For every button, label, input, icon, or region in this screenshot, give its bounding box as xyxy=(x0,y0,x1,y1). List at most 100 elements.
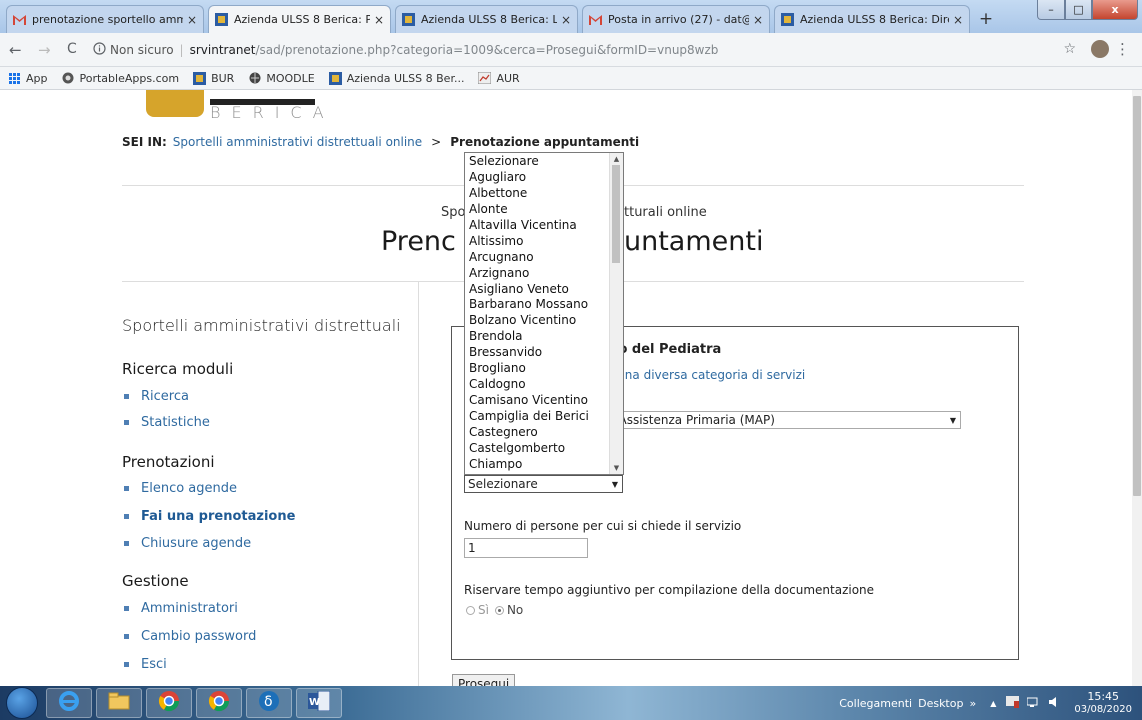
close-icon[interactable]: × xyxy=(187,13,197,27)
reload-button[interactable]: C xyxy=(67,41,77,57)
comune-option[interactable]: Agugliaro xyxy=(465,169,610,185)
taskbar-chrome-1[interactable] xyxy=(146,688,192,718)
taskbar-clock[interactable]: 15:45 03/08/2020 xyxy=(1074,690,1132,716)
tab-posta-in-arrivo[interactable]: Posta in arrivo (27) - dat@aulss8 × xyxy=(582,5,770,33)
breadcrumb-link-sportelli[interactable]: Sportelli amministrativi distrettuali on… xyxy=(173,135,422,149)
comune-option[interactable]: Bolzano Vicentino xyxy=(465,312,610,328)
comune-option[interactable]: Brendola xyxy=(465,328,610,344)
sidebar-item-fai-una-prenotazione[interactable]: Fai una prenotazione xyxy=(124,509,295,524)
sidebar-item-statistiche[interactable]: Statistiche xyxy=(124,415,210,430)
comune-option[interactable]: Altissimo xyxy=(465,233,610,249)
close-icon[interactable]: × xyxy=(953,13,963,27)
taskbar-explorer[interactable] xyxy=(96,688,142,718)
comune-option[interactable]: Arcugnano xyxy=(465,249,610,265)
comune-option[interactable]: Selezionare xyxy=(465,153,610,169)
page-scrollbar[interactable] xyxy=(1132,90,1142,686)
comune-option[interactable]: Campiglia dei Berici xyxy=(465,408,610,424)
windows-taskbar: δ W Collegamenti Desktop » ▲ 15:45 03/08… xyxy=(0,686,1142,720)
prosegui-button[interactable]: Prosegui xyxy=(452,674,516,686)
delta-icon: δ xyxy=(258,690,280,716)
forward-button[interactable]: → xyxy=(38,41,51,59)
tab-ulss-login[interactable]: Azienda ULSS 8 Berica: Login × xyxy=(395,5,578,33)
sidebar-item-chiusure-agende[interactable]: Chiusure agende xyxy=(124,536,251,551)
taskbar-desktop-toolbar[interactable]: Desktop xyxy=(918,697,963,710)
profile-avatar[interactable] xyxy=(1091,40,1109,58)
minimize-button[interactable]: – xyxy=(1037,0,1065,20)
url-bar[interactable]: Non sicuro | srvintranet /sad/prenotazio… xyxy=(93,38,1053,61)
bookmark-star-icon[interactable]: ☆ xyxy=(1063,41,1076,57)
taskbar-ie[interactable] xyxy=(46,688,92,718)
comune-option[interactable]: Bressanvido xyxy=(465,344,610,360)
comune-option[interactable]: Arzignano xyxy=(465,265,610,281)
close-icon[interactable]: × xyxy=(561,13,571,27)
comune-select[interactable]: Selezionare ▼ xyxy=(464,475,623,493)
radio-si[interactable] xyxy=(466,605,475,615)
service-category-select[interactable]: li Assistenza Primaria (MAP) ▼ xyxy=(604,411,961,429)
scroll-up-icon[interactable]: ▲ xyxy=(610,153,623,165)
comune-option[interactable]: Alonte xyxy=(465,201,610,217)
riserva-radio-group: Sì No xyxy=(466,603,523,617)
sidebar-item-elenco-agende[interactable]: Elenco agende xyxy=(124,481,237,496)
comune-option[interactable]: Albettone xyxy=(465,185,610,201)
scroll-down-icon[interactable]: ▼ xyxy=(610,462,623,474)
tray-expand-icon[interactable]: ▲ xyxy=(990,699,996,708)
taskbar-word[interactable]: W xyxy=(296,688,342,718)
new-tab-button[interactable]: + xyxy=(976,9,996,29)
apps-grid-icon xyxy=(8,72,21,85)
logo-emblem xyxy=(146,90,204,117)
bookmark-aur[interactable]: AUR xyxy=(478,72,520,85)
svg-text:δ: δ xyxy=(264,694,273,710)
comune-option[interactable]: Camisano Vicentino xyxy=(465,392,610,408)
comune-option[interactable]: Brogliano xyxy=(465,360,610,376)
volume-icon[interactable] xyxy=(1048,696,1060,711)
tab-ulss-prenotazione[interactable]: Azienda ULSS 8 Berica: Prenotaz × xyxy=(208,5,391,33)
comune-option[interactable]: Asigliano Veneto xyxy=(465,281,610,297)
page-scroll-thumb[interactable] xyxy=(1133,96,1141,496)
tab-ulss-direzione[interactable]: Azienda ULSS 8 Berica: Direzione × xyxy=(774,5,970,33)
menu-kebab-icon[interactable]: ⋮ xyxy=(1115,40,1130,58)
network-icon[interactable] xyxy=(1026,696,1040,711)
taskbar-links-toolbar[interactable]: Collegamenti xyxy=(839,697,912,710)
close-window-button[interactable]: x xyxy=(1092,0,1138,20)
dropdown-scroll-thumb[interactable] xyxy=(612,165,620,263)
bookmark-bur[interactable]: BUR xyxy=(193,71,234,85)
dropdown-scrollbar[interactable]: ▲ ▼ xyxy=(609,153,623,474)
sidebar-item-amministratori[interactable]: Amministratori xyxy=(124,601,238,616)
url-separator: | xyxy=(179,42,184,57)
comune-dropdown-list[interactable]: Selezionare Agugliaro Albettone Alonte Altav… xyxy=(464,152,624,475)
maximize-button[interactable]: □ xyxy=(1065,0,1092,20)
sidebar-item-ricerca[interactable]: Ricerca xyxy=(124,389,189,404)
clock-date: 03/08/2020 xyxy=(1074,704,1132,715)
bookmark-azienda-ulss[interactable]: Azienda ULSS 8 Ber... xyxy=(328,71,464,85)
close-icon[interactable]: × xyxy=(374,13,384,27)
sidebar-divider xyxy=(418,282,419,686)
bookmark-app[interactable]: App xyxy=(8,72,48,85)
bookmark-portableapps[interactable]: PortableApps.com xyxy=(62,72,179,85)
sidebar-heading-gestione: Gestione xyxy=(122,572,189,590)
action-center-icon[interactable] xyxy=(1006,695,1020,711)
radio-no[interactable] xyxy=(494,605,504,615)
bookmark-moodle[interactable]: MOODLE xyxy=(248,72,315,85)
toolbar-more-icon[interactable]: » xyxy=(969,697,976,710)
sidebar-item-esci[interactable]: Esci xyxy=(124,657,167,672)
persone-input[interactable]: 1 xyxy=(464,538,588,558)
comune-option[interactable]: Barbarano Mossano xyxy=(465,296,610,312)
change-category-link[interactable]: e una diversa categoria di servizi xyxy=(606,368,805,382)
taskbar-chrome-2[interactable] xyxy=(196,688,242,718)
taskbar-delta[interactable]: δ xyxy=(246,688,292,718)
browser-tab-strip: prenotazione sportello amminist × Aziend… xyxy=(0,0,1142,33)
close-icon[interactable]: × xyxy=(753,13,763,27)
start-button[interactable] xyxy=(6,687,38,719)
comune-option[interactable]: Altavilla Vicentina xyxy=(465,217,610,233)
info-icon[interactable] xyxy=(93,41,106,58)
back-button[interactable]: ← xyxy=(9,41,22,59)
comune-option[interactable]: Caldogno xyxy=(465,376,610,392)
comune-option[interactable]: Chiampo xyxy=(465,456,610,472)
ulss-icon xyxy=(402,13,415,26)
comune-option[interactable]: Castegnero xyxy=(465,424,610,440)
tab-prenotazione-gmail[interactable]: prenotazione sportello amminist × xyxy=(6,5,204,33)
page-subtitle-right: tturali online xyxy=(624,205,707,220)
sidebar-item-cambio-password[interactable]: Cambio password xyxy=(124,629,256,644)
chart-icon xyxy=(478,72,492,85)
comune-option[interactable]: Castelgomberto xyxy=(465,440,610,456)
